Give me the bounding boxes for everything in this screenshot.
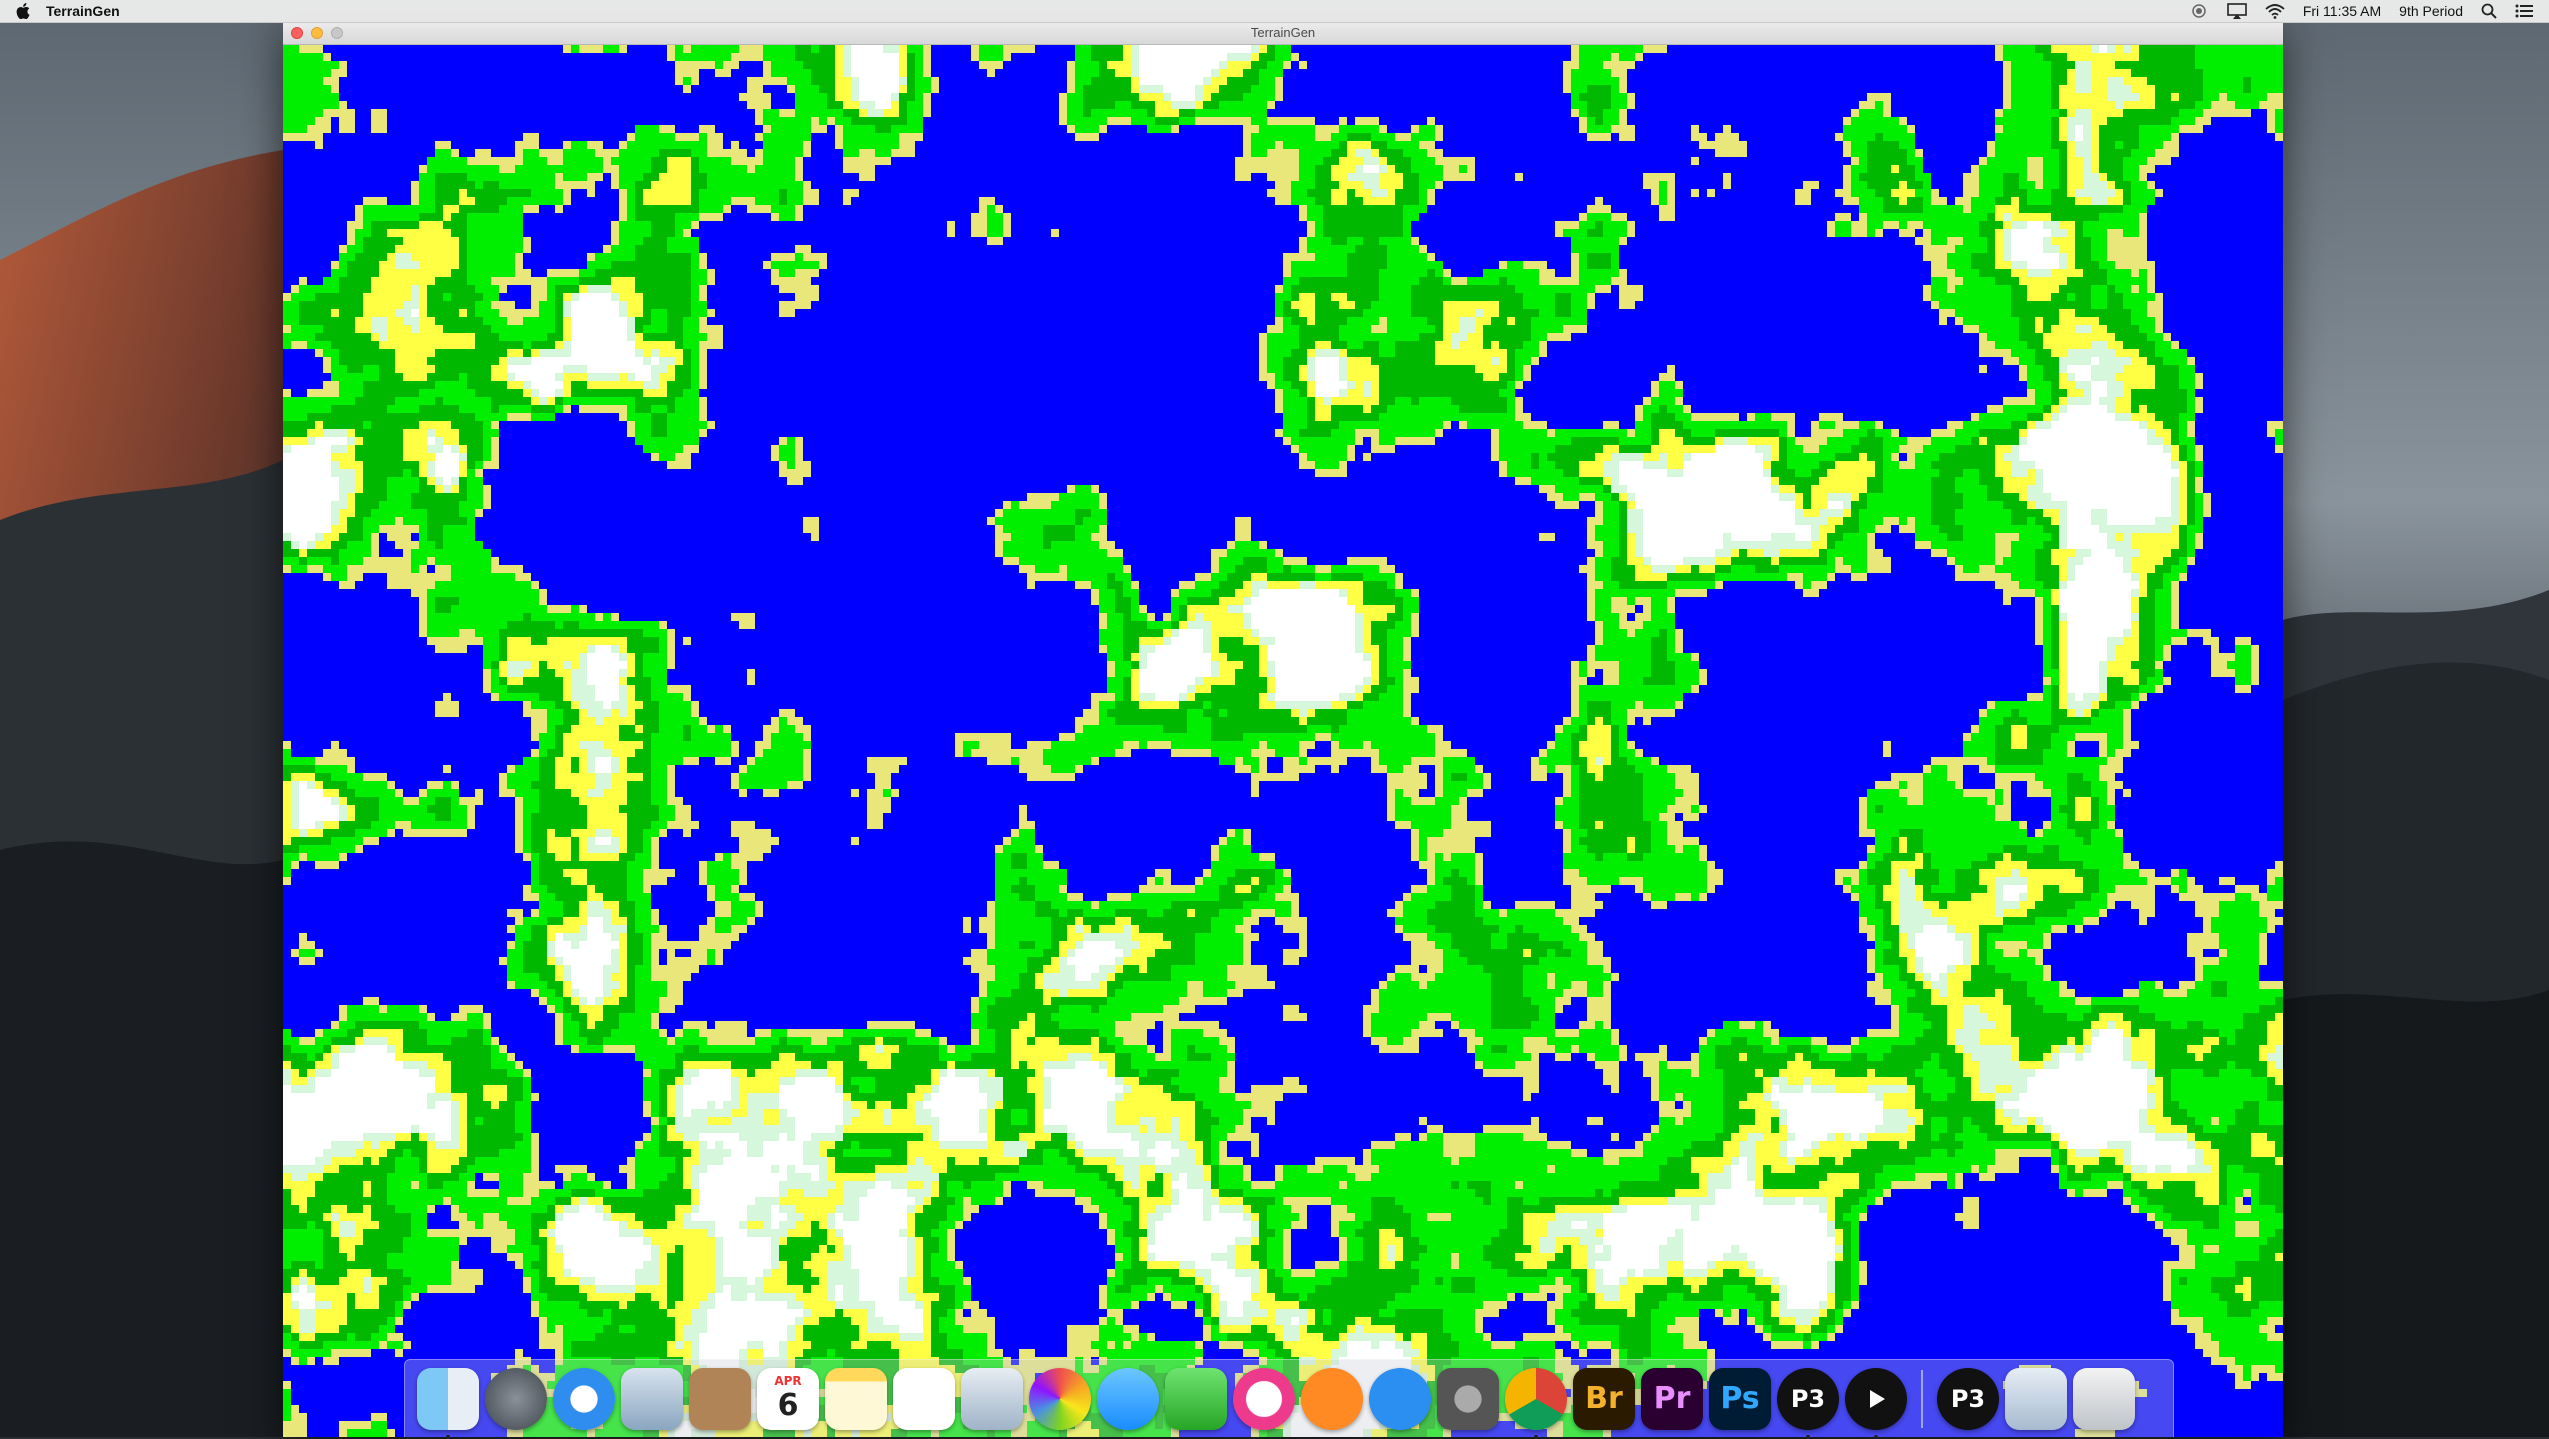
clock[interactable]: Fri 11:35 AM	[2303, 3, 2381, 19]
dock-downloads-icon[interactable]	[2005, 1367, 2067, 1430]
dock: APR 6 Br Pr Ps P3 P3	[404, 1359, 2174, 1439]
photoshop-label: Ps	[1720, 1381, 1760, 1416]
terrain-canvas[interactable]	[283, 45, 2283, 1437]
calendar-day: 6	[777, 1388, 799, 1423]
window-title: TerrainGen	[1250, 25, 1316, 40]
camera-icon[interactable]	[2189, 4, 2209, 18]
dock-chrome-icon[interactable]	[1505, 1367, 1567, 1439]
notification-center-icon[interactable]	[2515, 4, 2533, 18]
menu-bar: TerrainGen Fri 11:35 AM 9th Period	[0, 0, 2549, 23]
airplay-icon[interactable]	[2227, 3, 2247, 19]
dock-finder-icon[interactable]	[417, 1367, 479, 1439]
close-button[interactable]	[291, 27, 303, 39]
dock-facetime-icon[interactable]	[1165, 1367, 1227, 1430]
dock-app-store-icon[interactable]	[1369, 1367, 1431, 1430]
dock-contacts-icon[interactable]	[689, 1367, 751, 1430]
app-name-menu[interactable]: TerrainGen	[46, 3, 120, 19]
calendar-month: APR	[774, 1374, 802, 1388]
dock-itunes-icon[interactable]	[1233, 1367, 1295, 1430]
play-icon	[1870, 1389, 1885, 1408]
dock-notes-icon[interactable]	[825, 1367, 887, 1430]
dock-premiere-icon[interactable]: Pr	[1641, 1367, 1703, 1430]
window-titlebar[interactable]: TerrainGen	[283, 22, 2283, 45]
dock-photoshop-icon[interactable]: Ps	[1709, 1367, 1771, 1430]
wifi-icon[interactable]	[2265, 3, 2285, 19]
dock-mail-icon[interactable]	[621, 1367, 683, 1430]
apple-menu-icon[interactable]	[16, 2, 32, 20]
zoom-button[interactable]	[331, 27, 343, 39]
terraingen-window: TerrainGen	[283, 22, 2283, 1437]
minimize-button[interactable]	[311, 27, 323, 39]
dock-calendar-icon[interactable]: APR 6	[757, 1367, 819, 1430]
bridge-label: Br	[1585, 1381, 1623, 1416]
spotlight-icon[interactable]	[2481, 3, 2497, 19]
dock-trash-icon[interactable]	[2073, 1367, 2135, 1430]
dock-player-icon[interactable]	[1845, 1367, 1907, 1439]
dock-processing-doc-icon[interactable]: P3	[1937, 1367, 1999, 1430]
dock-ibooks-icon[interactable]	[1301, 1367, 1363, 1430]
dock-system-preferences-icon[interactable]	[1437, 1367, 1499, 1430]
dock-launchpad-icon[interactable]	[485, 1367, 547, 1430]
processing-doc-label: P3	[1950, 1384, 1986, 1413]
processing-label: P3	[1790, 1384, 1826, 1413]
terrain-map	[283, 45, 2283, 1437]
dock-photos-icon[interactable]	[1029, 1367, 1091, 1430]
user-menu[interactable]: 9th Period	[2399, 3, 2463, 19]
dock-bridge-icon[interactable]: Br	[1573, 1367, 1635, 1430]
dock-messages-icon[interactable]	[1097, 1367, 1159, 1430]
dock-safari-icon[interactable]	[553, 1367, 615, 1430]
premiere-label: Pr	[1653, 1381, 1691, 1416]
dock-processing-icon[interactable]: P3	[1777, 1367, 1839, 1439]
dock-separator	[1921, 1369, 1923, 1428]
dock-preview-icon[interactable]	[961, 1367, 1023, 1430]
dock-reminders-icon[interactable]	[893, 1367, 955, 1430]
